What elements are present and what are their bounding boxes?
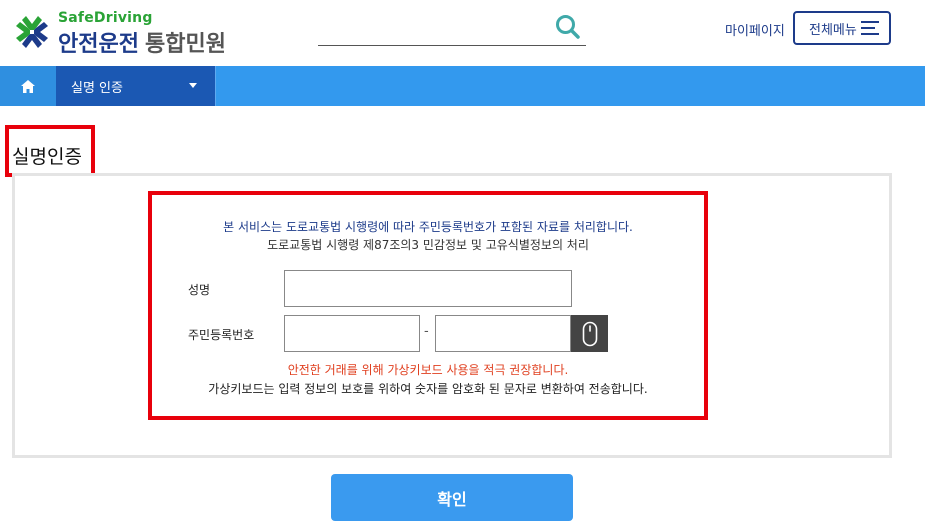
rrn-front-field[interactable] [284,315,420,352]
logo-subtitle: SafeDriving [58,10,153,26]
mypage-link[interactable]: 마이페이지 [725,20,785,39]
search-input[interactable] [318,12,554,44]
confirm-button[interactable]: 확인 [331,474,573,521]
name-field[interactable] [284,270,572,307]
virtual-keyboard-button[interactable] [571,315,608,352]
site-header: SafeDriving 안전운전 통합민원 마이페이지 전체메뉴 [0,0,925,66]
name-label: 성명 [188,283,211,297]
search-bar [318,12,586,46]
rrn-back-field[interactable] [435,315,571,352]
home-icon [21,79,35,93]
all-menu-button[interactable]: 전체메뉴 [793,11,891,45]
search-icon[interactable] [554,13,582,41]
rrn-label: 주민등록번호 [188,328,255,342]
home-button[interactable] [0,66,56,106]
clover-logo-icon [16,16,48,48]
logo-title: 안전운전 통합민원 [58,26,226,58]
virtual-keyboard-note: 가상키보드는 입력 정보의 보호를 위하여 숫자를 암호화 된 문자로 변환하여… [208,382,648,396]
logo-title-secondary: 통합민원 [144,32,226,57]
all-menu-label: 전체메뉴 [809,22,857,38]
hamburger-icon [861,21,879,35]
rrn-separator: - [424,324,429,339]
legal-basis-notice: 도로교통법 시행령 제87조의3 민감정보 및 고유식별정보의 처리 [267,238,589,252]
navigation-bar: 실명 인증 [0,66,925,106]
service-notice: 본 서비스는 도로교통법 시행령에 따라 주민등록번호가 포함된 자료를 처리합… [223,220,633,234]
mouse-icon [582,321,597,346]
page-title: 실명인증 [12,146,82,168]
nav-dropdown-label: 실명 인증 [71,80,123,96]
caret-down-icon [189,83,197,88]
site-logo[interactable]: SafeDriving 안전운전 통합민원 [12,10,242,57]
logo-title-primary: 안전운전 [58,32,139,57]
virtual-keyboard-warning: 안전한 거래를 위해 가상키보드 사용을 적극 권장합니다. [287,363,569,377]
nav-dropdown[interactable]: 실명 인증 [56,66,216,106]
